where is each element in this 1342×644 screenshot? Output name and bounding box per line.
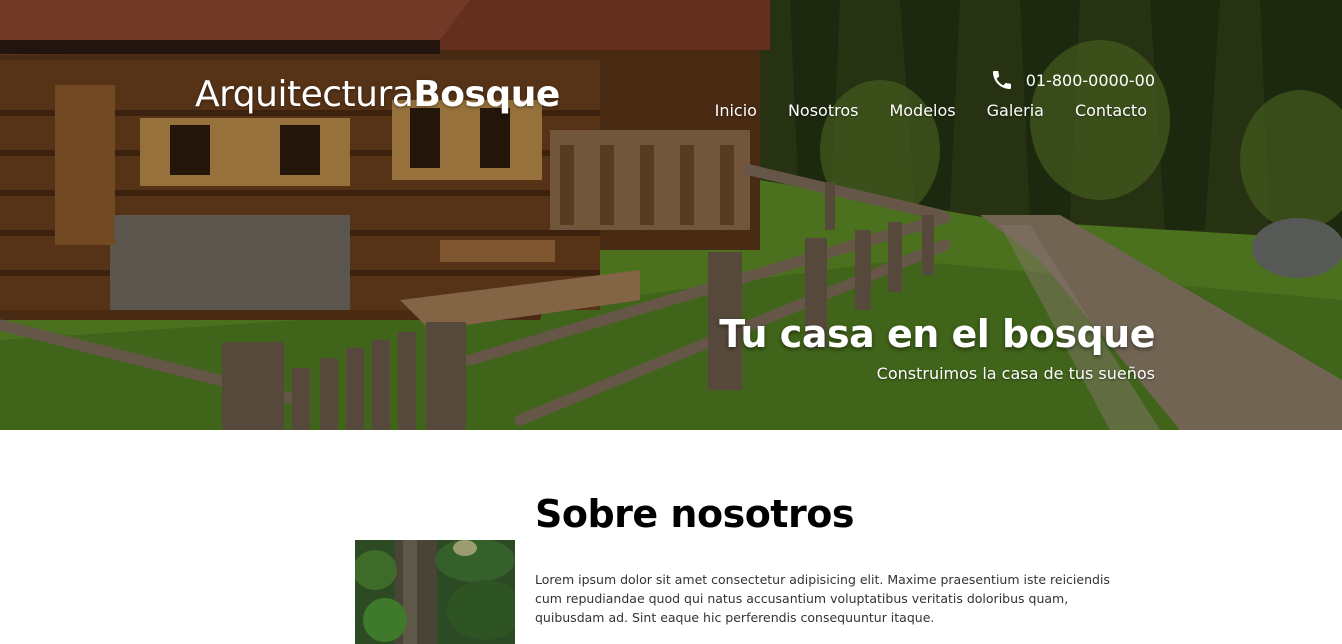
hero-subtitle: Construimos la casa de tus sueños [876,364,1155,383]
about-section: Sobre nosotros Lorem ipsum dolor sit ame… [0,430,1342,644]
about-text: Lorem ipsum dolor sit amet consectetur a… [535,572,1110,625]
hero-title: Tu casa en el bosque [719,312,1155,356]
about-image [355,540,515,644]
nav-link-contacto[interactable]: Contacto [1075,101,1147,120]
nav-link-modelos[interactable]: Modelos [889,101,955,120]
forest-photo [355,540,515,644]
nav-link-inicio[interactable]: Inicio [715,101,757,120]
hero-section: ArquitecturaBosque 01-800-0000-00 Inicio… [0,0,1342,430]
about-title: Sobre nosotros [535,492,854,536]
phone-number: 01-800-0000-00 [1025,70,1155,90]
site-logo[interactable]: ArquitecturaBosque [195,74,560,115]
nav-link-galeria[interactable]: Galeria [987,101,1044,120]
phone-contact[interactable]: 01-800-0000-00 [990,68,1155,92]
logo-light-text: Arquitectura [195,74,414,115]
logo-bold-text: Bosque [413,74,560,115]
main-navigation: Inicio Nosotros Modelos Galeria Contacto [715,101,1147,120]
nav-link-nosotros[interactable]: Nosotros [788,101,859,120]
phone-icon [992,71,1011,89]
hero-tagline: Tu casa en el bosque Construimos la casa… [719,312,1155,383]
